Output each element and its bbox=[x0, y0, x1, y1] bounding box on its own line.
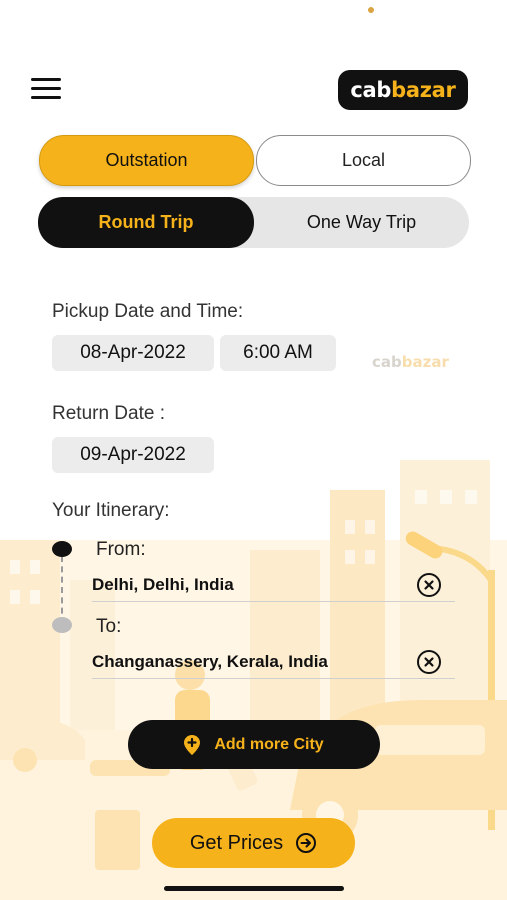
to-city-input[interactable]: Changanassery, Kerala, India bbox=[92, 652, 328, 672]
get-prices-label: Get Prices bbox=[189, 831, 284, 854]
tab-local[interactable]: Local bbox=[256, 135, 471, 186]
tab-round-trip[interactable]: Round Trip bbox=[38, 197, 254, 248]
hamburger-menu-icon[interactable] bbox=[31, 78, 61, 100]
logo-part-bazar: bazar bbox=[391, 78, 456, 102]
itinerary-label: Your Itinerary: bbox=[52, 500, 170, 521]
clear-from-button[interactable] bbox=[417, 573, 441, 597]
pickup-date-field[interactable]: 08-Apr-2022 bbox=[52, 335, 214, 371]
from-underline bbox=[92, 601, 455, 602]
add-more-city-button[interactable]: Add more City bbox=[128, 720, 380, 769]
tab-one-way-trip[interactable]: One Way Trip bbox=[254, 197, 469, 248]
from-label: From: bbox=[96, 539, 146, 560]
from-city-input[interactable]: Delhi, Delhi, India bbox=[92, 575, 234, 595]
return-date-label: Return Date : bbox=[52, 403, 165, 424]
watermark-part-cab: cab bbox=[372, 353, 402, 371]
background-watermark-logo: cab bazar bbox=[372, 352, 449, 372]
to-label: To: bbox=[96, 616, 122, 637]
from-marker-dot bbox=[52, 541, 72, 557]
cabbazar-logo: cab bazar bbox=[338, 70, 468, 110]
pickup-label: Pickup Date and Time: bbox=[52, 301, 244, 322]
to-marker-dot bbox=[52, 617, 72, 633]
close-icon bbox=[424, 580, 434, 590]
logo-part-cab: cab bbox=[350, 78, 392, 102]
home-indicator bbox=[164, 886, 344, 891]
to-underline bbox=[92, 678, 455, 679]
get-prices-button[interactable]: Get Prices bbox=[152, 818, 355, 868]
status-dot bbox=[368, 7, 374, 13]
return-date-field[interactable]: 09-Apr-2022 bbox=[52, 437, 214, 473]
map-pin-plus-icon bbox=[184, 734, 201, 755]
pickup-time-field[interactable]: 6:00 AM bbox=[220, 335, 336, 371]
close-icon bbox=[424, 657, 434, 667]
watermark-part-bazar: bazar bbox=[401, 353, 449, 371]
arrow-right-circle-icon bbox=[296, 833, 317, 853]
clear-to-button[interactable] bbox=[417, 650, 441, 674]
add-more-city-label: Add more City bbox=[214, 735, 324, 753]
itinerary-timeline bbox=[61, 556, 63, 624]
tab-outstation[interactable]: Outstation bbox=[39, 135, 254, 186]
